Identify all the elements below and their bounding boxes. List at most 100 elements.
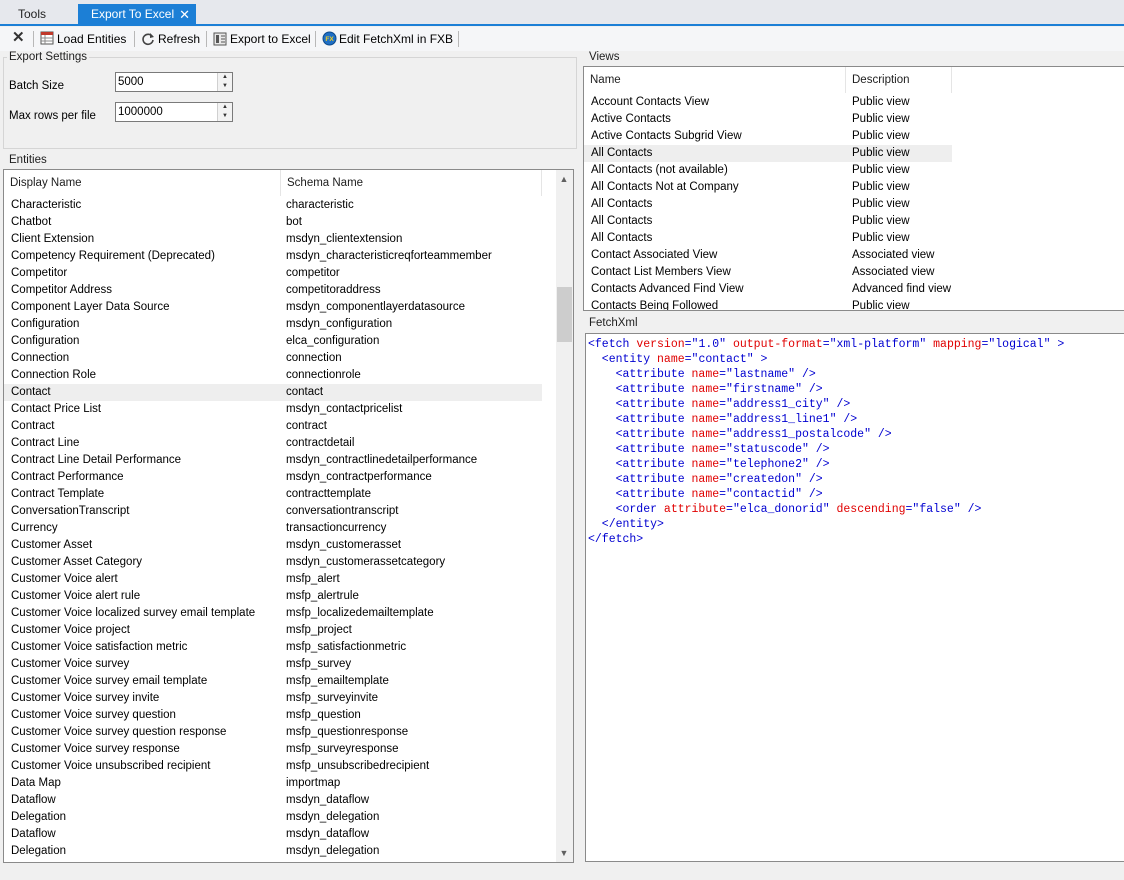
view-row[interactable]: Contact List Members View Associated view: [584, 264, 952, 281]
entity-row[interactable]: Configuration msdyn_configuration: [4, 316, 542, 333]
entity-row[interactable]: Delegation msdyn_delegation: [4, 809, 542, 826]
view-row[interactable]: All Contacts Not at Company Public view: [584, 179, 952, 196]
export-to-excel-button[interactable]: Export to Excel: [213, 30, 311, 48]
entity-row[interactable]: Customer Voice localized survey email te…: [4, 605, 542, 622]
entity-row[interactable]: Customer Asset Category msdyn_customerass…: [4, 554, 542, 571]
fetchxml-token: version: [636, 338, 685, 351]
view-row[interactable]: All Contacts (not available) Public view: [584, 162, 952, 179]
entity-row[interactable]: Currency transactioncurrency: [4, 520, 542, 537]
refresh-label: Refresh: [158, 32, 201, 46]
entity-row[interactable]: Customer Voice survey question msfp_quest…: [4, 707, 542, 724]
entity-row[interactable]: Configuration elca_configuration: [4, 333, 542, 350]
entity-row[interactable]: Customer Voice satisfaction metric msfp_s…: [4, 639, 542, 656]
entity-row[interactable]: Customer Voice alert msfp_alert: [4, 571, 542, 588]
view-row[interactable]: Active Contacts Public view: [584, 111, 952, 128]
close-tab-icon[interactable]: ✕: [179, 4, 190, 25]
view-row[interactable]: All Contacts Public view: [584, 196, 952, 213]
entity-row[interactable]: Customer Voice survey msfp_survey: [4, 656, 542, 673]
scroll-down-icon[interactable]: ▼: [556, 848, 572, 858]
entity-display-name: Contract Template: [11, 488, 105, 500]
entity-row[interactable]: Competency Requirement (Deprecated) msdyn…: [4, 248, 542, 265]
view-name: Contacts Being Followed: [591, 300, 719, 311]
view-row[interactable]: All Contacts Public view: [584, 213, 952, 230]
entity-row[interactable]: Dataflow msdyn_dataflow: [4, 826, 542, 843]
column-header-description[interactable]: Description: [846, 67, 952, 93]
fetchxml-editor[interactable]: <fetch version="1.0" output-format="xml-…: [585, 333, 1124, 862]
entity-row[interactable]: Data Map importmap: [4, 775, 542, 792]
entity-row[interactable]: Customer Voice alert rule msfp_alertrule: [4, 588, 542, 605]
refresh-icon: [141, 32, 155, 46]
entity-schema-name: msdyn_delegation: [286, 811, 380, 823]
fetchxml-token: </fetch>: [588, 533, 644, 546]
refresh-button[interactable]: Refresh: [141, 30, 200, 48]
entity-row[interactable]: Customer Voice unsubscribed recipient msf…: [4, 758, 542, 775]
view-row[interactable]: All Contacts Public view: [584, 230, 952, 247]
scrollbar-thumb[interactable]: [557, 287, 572, 342]
view-name: Contact List Members View: [591, 266, 731, 278]
entity-row[interactable]: Contact contact: [4, 384, 542, 401]
entity-row[interactable]: Delegation msdyn_delegation: [4, 843, 542, 860]
scroll-up-icon[interactable]: ▲: [556, 174, 572, 184]
entity-row[interactable]: Competitor Address competitoraddress: [4, 282, 542, 299]
batch-size-stepper[interactable]: ▲ ▼: [217, 73, 232, 91]
entity-row[interactable]: Client Extension msdyn_clientextension: [4, 231, 542, 248]
entity-display-name: Data Map: [11, 777, 61, 789]
max-rows-stepper[interactable]: ▲ ▼: [217, 103, 232, 121]
entity-row[interactable]: Connection Role connectionrole: [4, 367, 542, 384]
view-row[interactable]: All Contacts Public view: [584, 145, 952, 162]
fetchxml-token: telephone2: [732, 458, 802, 471]
fetchxml-token: <attribute: [588, 368, 692, 381]
view-row[interactable]: Contact Associated View Associated view: [584, 247, 952, 264]
entity-row[interactable]: Contact Price List msdyn_contactpricelist: [4, 401, 542, 418]
entity-row[interactable]: Customer Voice survey invite msfp_surveyi…: [4, 690, 542, 707]
entity-schema-name: contractdetail: [286, 437, 355, 449]
entity-row[interactable]: Competitor competitor: [4, 265, 542, 282]
fetchxml-line: <attribute name="address1_postalcode" />: [588, 427, 892, 442]
view-row[interactable]: Contacts Advanced Find View Advanced find…: [584, 281, 952, 298]
entity-row[interactable]: Contract Performance msdyn_contractperfor…: [4, 469, 542, 486]
stepper-down-icon[interactable]: ▼: [218, 82, 232, 91]
entity-row[interactable]: Chatbot bot: [4, 214, 542, 231]
entity-schema-name: msdyn_configuration: [286, 318, 393, 330]
entity-row[interactable]: Characteristic characteristic: [4, 197, 542, 214]
batch-size-input[interactable]: 5000 ▲ ▼: [115, 72, 233, 92]
stepper-down-icon[interactable]: ▼: [218, 112, 232, 121]
entities-scrollbar[interactable]: ▲ ▼: [556, 170, 573, 862]
load-entities-button[interactable]: Load Entities: [40, 30, 126, 48]
batch-size-label: Batch Size: [9, 80, 64, 92]
stepper-up-icon[interactable]: ▲: [218, 73, 232, 82]
entity-display-name: Competency Requirement (Deprecated): [11, 250, 215, 262]
entity-row[interactable]: Customer Voice project msfp_project: [4, 622, 542, 639]
entity-row[interactable]: Dataflow msdyn_dataflow: [4, 792, 542, 809]
entity-row[interactable]: ConversationTranscript conversationtransc…: [4, 503, 542, 520]
column-header-display-name[interactable]: Display Name: [4, 170, 281, 196]
entities-list[interactable]: Display Name Schema Name Characteristic c…: [3, 169, 574, 863]
view-row[interactable]: Contacts Being Followed Public view: [584, 298, 952, 311]
stepper-up-icon[interactable]: ▲: [218, 103, 232, 112]
views-list[interactable]: Name Description Account Contacts View Pu…: [583, 66, 1124, 311]
entity-row[interactable]: Customer Asset msdyn_customerasset: [4, 537, 542, 554]
fetchxml-token: name: [691, 428, 720, 441]
entity-row[interactable]: Contract Template contracttemplate: [4, 486, 542, 503]
entity-row[interactable]: Contract Line Detail Performance msdyn_co…: [4, 452, 542, 469]
entity-row[interactable]: Component Layer Data Source msdyn_compone…: [4, 299, 542, 316]
close-tool-button[interactable]: ✕: [12, 29, 25, 47]
entity-row[interactable]: Contract Line contractdetail: [4, 435, 542, 452]
entity-row[interactable]: Customer Voice survey response msfp_surve…: [4, 741, 542, 758]
view-row[interactable]: Account Contacts View Public view: [584, 94, 952, 111]
entity-schema-name: msdyn_componentlayerdatasource: [286, 301, 465, 313]
max-rows-input[interactable]: 1000000 ▲ ▼: [115, 102, 233, 122]
tab-export-to-excel[interactable]: Export To Excel ✕: [78, 4, 196, 26]
entity-row[interactable]: Connection connection: [4, 350, 542, 367]
column-header-name[interactable]: Name: [584, 67, 846, 93]
column-header-schema-name[interactable]: Schema Name: [281, 170, 542, 196]
entity-row[interactable]: Customer Voice survey question response m…: [4, 724, 542, 741]
view-row[interactable]: Active Contacts Subgrid View Public view: [584, 128, 952, 145]
fetchxml-token: <entity: [588, 353, 658, 366]
entity-row[interactable]: Contract contract: [4, 418, 542, 435]
entity-display-name: Connection Role: [11, 369, 97, 381]
tab-tools[interactable]: Tools: [0, 4, 78, 26]
entity-row[interactable]: Customer Voice survey email template msfp…: [4, 673, 542, 690]
entity-display-name: Dataflow: [11, 794, 56, 806]
edit-fetchxml-button[interactable]: FX Edit FetchXml in FXB: [322, 30, 453, 48]
